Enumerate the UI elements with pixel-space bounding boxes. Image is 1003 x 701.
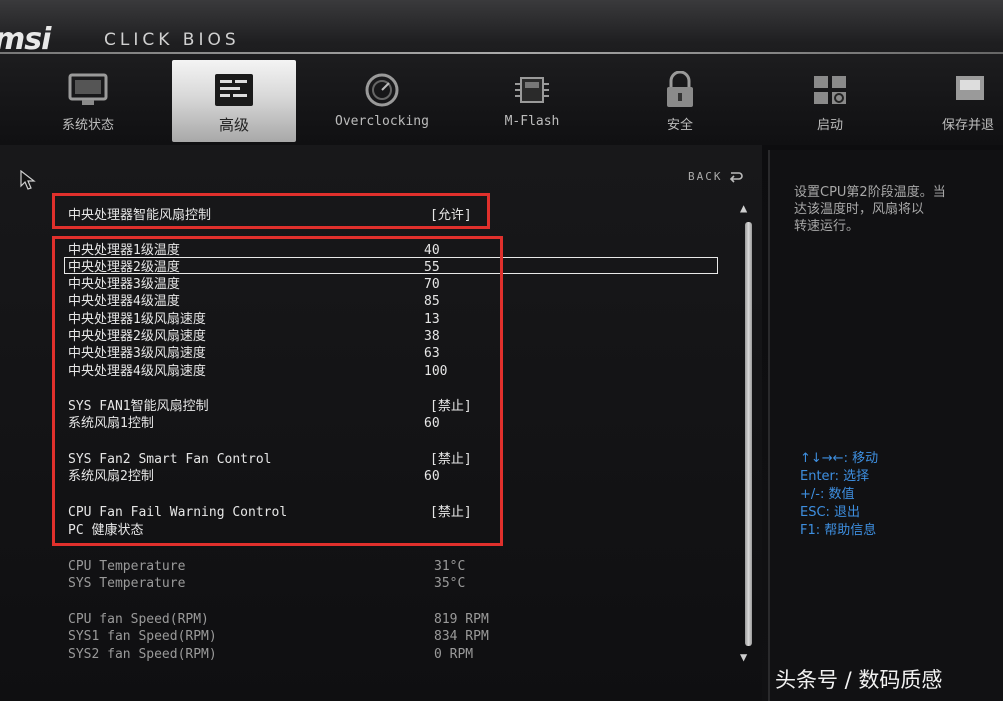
tab-overclocking[interactable]: Overclocking	[322, 60, 442, 142]
key-hint-enter: Enter: 选择	[800, 469, 870, 484]
settings-panel-icon	[212, 72, 256, 108]
health-row-sys1-fan: SYS1 fan Speed(RPM) 834 RPM	[0, 628, 760, 646]
key-legend: ↑↓→←: 移动 Enter: 选择 +/-: 数值 ESC: 退出 F1: 帮…	[800, 450, 878, 540]
bios-screen: msi CLICK BIOS 系统状态 高级 Overclocking	[0, 0, 1003, 701]
tab-m-flash[interactable]: M-Flash	[484, 60, 580, 142]
save-exit-icon	[946, 72, 990, 108]
health-value: 31°C	[434, 559, 466, 574]
help-line: 设置CPU第2阶段温度。当	[794, 185, 946, 200]
help-line: 达该温度时，风扇将以	[794, 202, 925, 217]
tab-label: 保存并退	[941, 118, 994, 133]
annotation-box-smart-fan	[52, 193, 490, 229]
key-hint-move: ↑↓→←: 移动	[800, 451, 879, 466]
health-name: CPU Temperature	[68, 559, 186, 574]
help-line: 转速运行。	[794, 219, 860, 234]
health-name: SYS2 fan Speed(RPM)	[68, 647, 217, 662]
flash-chip-icon	[510, 72, 554, 108]
header: msi CLICK BIOS 系统状态 高级 Overclocking	[0, 0, 1003, 145]
tab-boot[interactable]: 启动	[782, 60, 878, 142]
monitor-icon	[66, 72, 110, 108]
gauge-icon	[360, 72, 404, 108]
tab-label: 系统状态	[61, 118, 114, 133]
watermark: 头条号 / 数码质感	[775, 668, 943, 692]
lock-icon	[658, 71, 702, 108]
help-text: 设置CPU第2阶段温度。当 达该温度时，风扇将以 转速运行。	[794, 184, 1003, 235]
tab-save-exit[interactable]: 保存并退	[928, 60, 1003, 142]
back-button[interactable]: BACK	[688, 170, 743, 183]
key-hint-value: +/-: 数值	[800, 487, 855, 502]
health-row-cpu-temp: CPU Temperature 31°C	[0, 558, 760, 576]
health-row-sys-temp: SYS Temperature 35°C	[0, 575, 760, 593]
health-value: 35°C	[434, 576, 466, 591]
product-title: CLICK BIOS	[104, 30, 240, 50]
health-value: 0 RPM	[434, 647, 474, 662]
health-name: CPU fan Speed(RPM)	[68, 612, 209, 627]
health-name: SYS1 fan Speed(RPM)	[68, 629, 217, 644]
health-value: 819 RPM	[434, 612, 489, 627]
tab-label: 启动	[816, 118, 843, 133]
main-tabs: 系统状态 高级 Overclocking M-Flash 安全 启动 保存并退	[0, 60, 1003, 142]
header-divider	[0, 52, 1003, 54]
tab-system-status[interactable]: 系统状态	[40, 60, 136, 142]
health-value: 834 RPM	[434, 629, 489, 644]
health-row-cpu-fan: CPU fan Speed(RPM) 819 RPM	[0, 611, 760, 629]
annotation-box-fan-settings	[52, 236, 503, 546]
tab-label: M-Flash	[504, 114, 560, 129]
mouse-cursor-icon	[20, 169, 36, 194]
tab-label: Overclocking	[335, 114, 429, 129]
health-name: SYS Temperature	[68, 576, 186, 591]
health-row-sys2-fan: SYS2 fan Speed(RPM) 0 RPM	[0, 646, 760, 664]
key-hint-esc: ESC: 退出	[800, 505, 861, 520]
back-arrow-icon	[729, 171, 743, 183]
back-label: BACK	[688, 170, 723, 183]
boot-icon	[808, 72, 852, 108]
tab-advanced[interactable]: 高级	[172, 60, 296, 142]
tab-security[interactable]: 安全	[632, 60, 728, 142]
tab-label: 安全	[666, 118, 693, 133]
tab-label: 高级	[218, 116, 249, 134]
key-hint-help: F1: 帮助信息	[800, 523, 877, 538]
